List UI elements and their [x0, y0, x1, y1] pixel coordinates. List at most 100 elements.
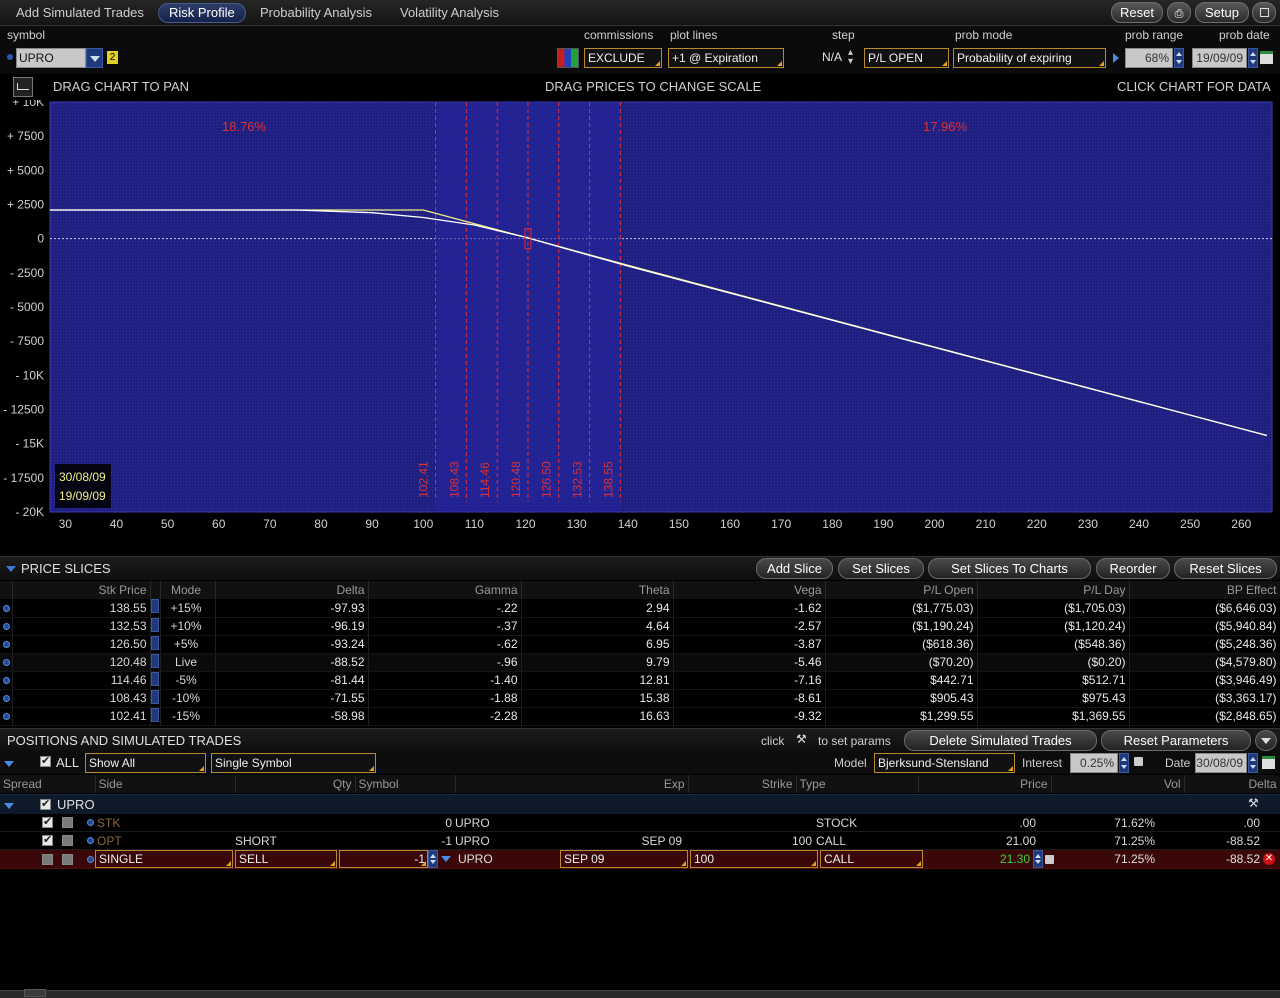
remove-trade-icon[interactable]: ✕: [1263, 853, 1275, 865]
sim-row-checkbox[interactable]: [42, 854, 53, 865]
prob-date-spinner[interactable]: [1248, 48, 1258, 68]
x-tick-label: 230: [1078, 517, 1098, 531]
sim-exp-select[interactable]: SEP 09: [560, 850, 688, 868]
collapse-group-icon[interactable]: [4, 803, 14, 809]
position-lock-checkbox[interactable]: [62, 817, 73, 828]
commissions-select[interactable]: EXCLUDE: [584, 48, 662, 68]
cell-stk-spinner[interactable]: [150, 599, 161, 618]
cell-stk-price[interactable]: 102.41: [12, 707, 151, 726]
sim-type-select[interactable]: CALL: [820, 850, 923, 868]
lock-icon[interactable]: [1045, 855, 1054, 864]
chart-plot-area[interactable]: [49, 101, 1273, 513]
printer-icon: ⎙: [1174, 7, 1184, 20]
interest-input[interactable]: 0.25%: [1070, 753, 1118, 773]
sim-qty-dropdown-icon[interactable]: [441, 856, 451, 862]
print-button[interactable]: ⎙: [1167, 2, 1191, 23]
sim-side-select[interactable]: SELL: [235, 850, 337, 868]
delete-simulated-trades-button[interactable]: Delete Simulated Trades: [904, 730, 1097, 751]
calendar-icon[interactable]: [1260, 51, 1273, 64]
column-header-stk-price: Stk Price: [12, 581, 151, 599]
column-header-gamma: Gamma: [368, 581, 522, 599]
price-slice-row[interactable]: 126.50 +5% -93.24 -.62 6.95 -3.87 ($618.36) ($5…: [0, 635, 1280, 654]
wrench-icon[interactable]: ⚒: [1248, 796, 1259, 810]
step-spinner-icon[interactable]: ▴ ▾: [848, 48, 853, 67]
reset-slices-button[interactable]: Reset Slices: [1174, 558, 1277, 579]
chevron-down-icon: [1261, 738, 1271, 744]
reorder-button[interactable]: Reorder: [1096, 558, 1170, 579]
cell-stk-spinner[interactable]: [150, 671, 161, 690]
model-select[interactable]: Bjerksund-Stensland: [874, 753, 1015, 773]
position-qty: 0: [445, 816, 452, 830]
cell-stk-spinner[interactable]: [150, 689, 161, 708]
cell-stk-spinner[interactable]: [150, 635, 161, 654]
add-slice-button[interactable]: Add Slice: [756, 558, 833, 579]
position-row[interactable]: OPT SHORT -1UPRO SEP 09 100 CALL 21.00 71.25% -8…: [0, 832, 1280, 850]
symbol-dropdown-button[interactable]: [86, 48, 103, 68]
window-menu-button[interactable]: [1252, 2, 1276, 23]
interest-spinner[interactable]: [1119, 753, 1129, 773]
cell-stk-spinner[interactable]: [150, 707, 161, 726]
price-slice-row[interactable]: 102.41 -15% -58.98 -2.28 16.63 -9.32 $1,299.55…: [0, 707, 1280, 726]
sim-qty-input[interactable]: -1: [339, 850, 428, 868]
price-slice-row[interactable]: 132.53 +10% -96.19 -.37 4.64 -2.57 ($1,190.24)…: [0, 617, 1280, 636]
select-all-checkbox[interactable]: [40, 754, 51, 767]
tab-add-simulated-trades[interactable]: Add Simulated Trades: [6, 3, 154, 23]
date-input[interactable]: 30/08/09: [1195, 753, 1247, 773]
cell-stk-spinner[interactable]: [150, 653, 161, 672]
collapse-price-slices-icon[interactable]: [6, 566, 16, 572]
setup-button[interactable]: Setup: [1195, 2, 1249, 23]
set-slices-button[interactable]: Set Slices: [838, 558, 924, 579]
x-tick-label: 190: [873, 517, 893, 531]
prob-range-spinner[interactable]: [1174, 48, 1184, 68]
collapse-all-icon[interactable]: [4, 761, 14, 767]
prob-date-input[interactable]: 19/09/09: [1192, 48, 1247, 68]
sim-qty-spinner[interactable]: [428, 850, 438, 868]
calendar-icon[interactable]: [1262, 756, 1275, 769]
price-slice-row[interactable]: 114.46 -5% -81.44 -1.40 12.81 -7.16 $442.71 $51…: [0, 671, 1280, 690]
cell-stk-spinner[interactable]: [150, 617, 161, 636]
risk-profile-chart[interactable]: 102.41 108.43 114.46 120.48 126.50 132.53 138.…: [0, 100, 1280, 556]
position-checkbox[interactable]: [42, 833, 53, 846]
sim-row-lock-checkbox[interactable]: [62, 854, 73, 865]
cell-stk-price[interactable]: 108.43: [12, 689, 151, 708]
cell-stk-price[interactable]: 138.55: [12, 599, 151, 618]
tab-risk-profile[interactable]: Risk Profile: [158, 3, 246, 23]
cell-stk-price[interactable]: 114.46: [12, 671, 151, 690]
reset-button[interactable]: Reset: [1111, 2, 1163, 23]
price-slice-row[interactable]: 138.55 +15% -97.93 -.22 2.94 -1.62 ($1,775.03)…: [0, 599, 1280, 618]
expand-panel-icon[interactable]: [24, 989, 46, 997]
prob-range-input[interactable]: 68%: [1125, 48, 1173, 68]
chart-settings-icon[interactable]: [13, 77, 33, 97]
price-slice-row[interactable]: 108.43 -10% -71.55 -1.88 15.38 -8.61 $905.43 $9…: [0, 689, 1280, 708]
show-filter-select[interactable]: Show All: [85, 753, 206, 773]
sim-spread-select[interactable]: SINGLE: [95, 850, 233, 868]
tab-probability-analysis[interactable]: Probability Analysis: [250, 3, 382, 23]
group-checkbox[interactable]: [40, 797, 51, 810]
positions-menu-button[interactable]: [1255, 730, 1277, 751]
position-group-row[interactable]: UPRO ⚒: [0, 794, 1280, 814]
price-slices-table: Stk Price Mode Delta Gamma Theta Vega P/…: [0, 581, 1280, 726]
simulated-trade-row[interactable]: SINGLE SELL -1 UPRO SEP 09 100 CALL 21.3…: [0, 850, 1280, 869]
lock-icon[interactable]: [1134, 757, 1143, 766]
position-checkbox[interactable]: [42, 815, 53, 828]
cell-stk-price[interactable]: 126.50: [12, 635, 151, 654]
cell-stk-price[interactable]: 132.53: [12, 617, 151, 636]
date-spinner[interactable]: [1248, 753, 1258, 773]
set-slices-to-charts-button[interactable]: Set Slices To Charts: [928, 558, 1091, 579]
row-marker-icon: [3, 604, 10, 612]
position-row[interactable]: STK 0UPRO STOCK .00 71.62% .00: [0, 814, 1280, 832]
reset-parameters-button[interactable]: Reset Parameters: [1101, 730, 1251, 751]
cell-stk-price[interactable]: 120.48: [12, 653, 151, 672]
step-mode-select[interactable]: P/L OPEN: [864, 48, 949, 68]
position-lock-checkbox[interactable]: [62, 835, 73, 846]
sim-price[interactable]: 21.30: [990, 852, 1030, 866]
price-slice-row[interactable]: 120.48 Live -88.52 -.96 9.79 -5.46 ($70.20) ($0…: [0, 653, 1280, 672]
price-slice-marker: [0, 707, 13, 726]
tab-volatility-analysis[interactable]: Volatility Analysis: [390, 3, 509, 23]
prob-mode-select[interactable]: Probability of expiring: [953, 48, 1106, 68]
plot-lines-select[interactable]: +1 @ Expiration: [668, 48, 784, 68]
grouping-select[interactable]: Single Symbol: [211, 753, 376, 773]
sim-price-spinner[interactable]: [1033, 850, 1043, 868]
symbol-input[interactable]: UPRO: [16, 48, 86, 68]
sim-strike-select[interactable]: 100: [690, 850, 818, 868]
